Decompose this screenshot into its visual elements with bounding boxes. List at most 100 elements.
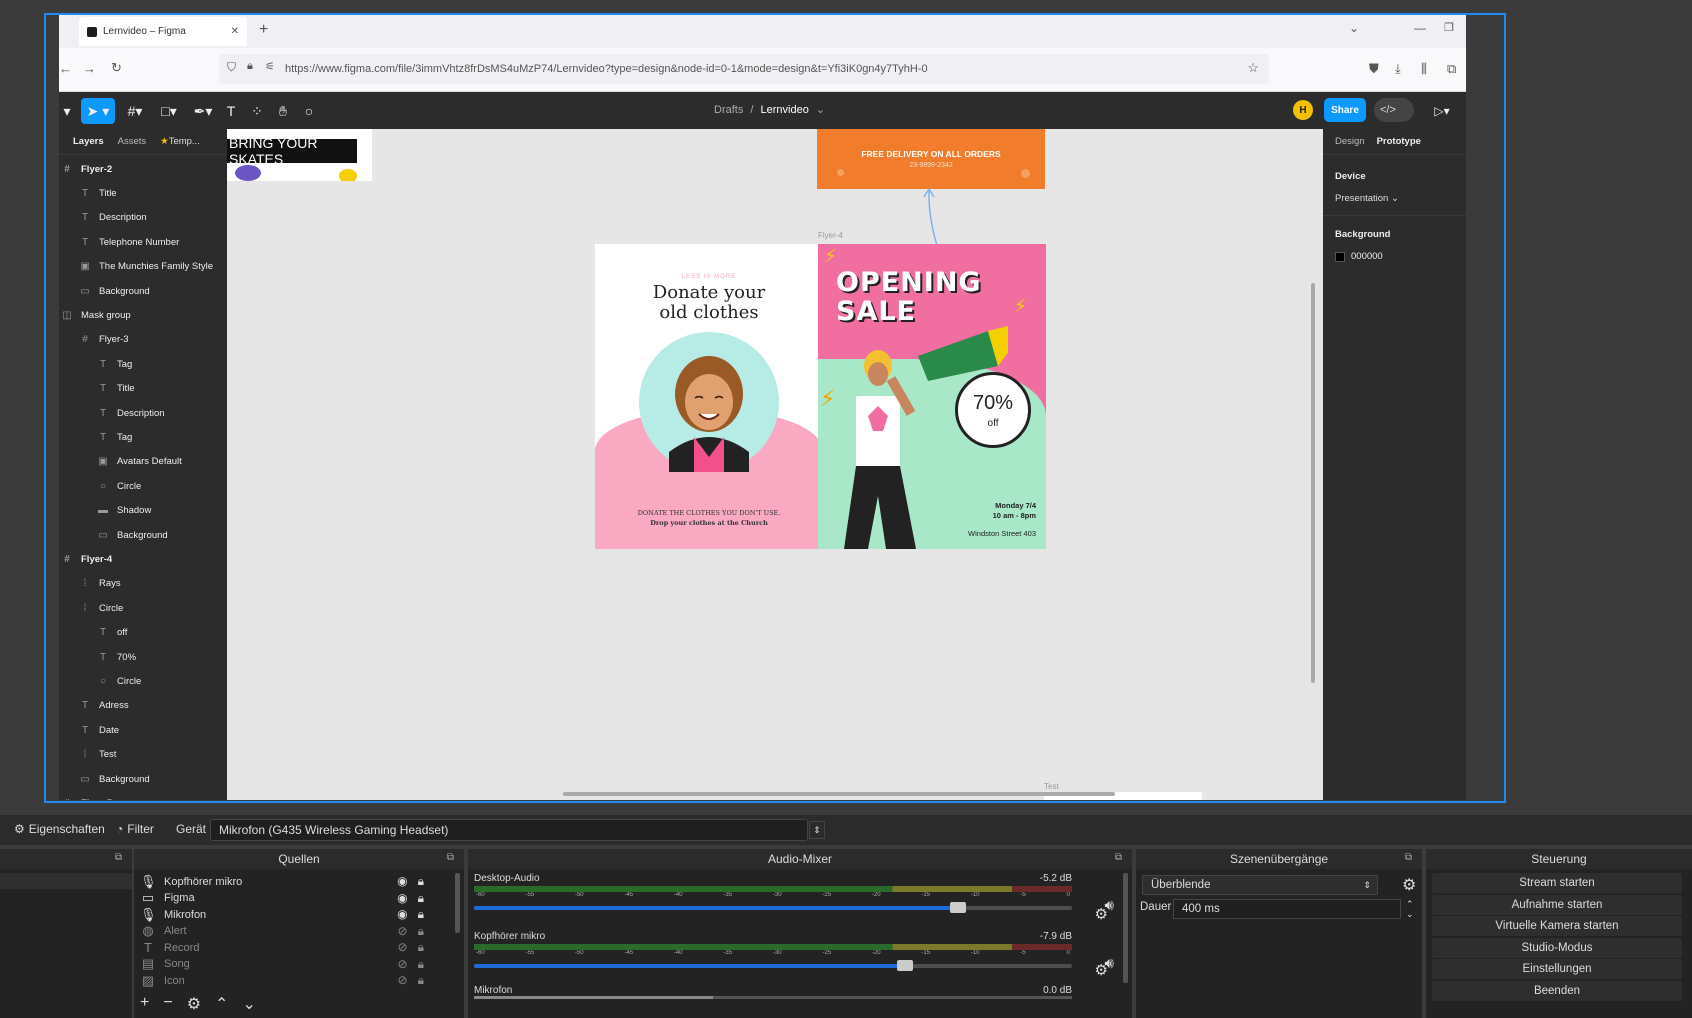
duration-input[interactable]: 400 ms [1173, 899, 1401, 919]
track-name: Desktop-Audio [474, 873, 540, 884]
source-item[interactable]: T Record ⊘ 🔒︎ [140, 939, 430, 956]
mic-icon: 🎙︎ [140, 873, 157, 889]
meter-ticks: -60 -55 -50 -45 -40 -35 -30 -25 -20 -15 -10 -5 0 [474, 950, 1072, 956]
gear-icon[interactable]: ⚙ [1095, 905, 1108, 923]
source-item[interactable]: ▤ Song ⊘ 🔒︎ [140, 956, 430, 973]
eye-hidden-icon[interactable]: ⊘ [398, 957, 408, 972]
eye-hidden-icon[interactable]: ⊘ [398, 940, 408, 955]
transition-select[interactable]: Überblende ⇕ [1142, 875, 1378, 895]
filter-button[interactable]: ◔ Filter [116, 822, 154, 836]
track-db: 0.0 dB [1043, 985, 1072, 996]
control-button[interactable]: Einstellungen [1432, 959, 1682, 979]
undock-icon[interactable]: ⧉ [115, 852, 122, 863]
mixer-scrollbar[interactable] [1123, 873, 1128, 983]
meter-tick: 0 [1066, 892, 1070, 898]
meter-tick: -15 [921, 950, 931, 956]
device-label: Gerät [176, 822, 207, 836]
transitions-dock: Szenenübergänge ⧉ Überblende ⇕ ⚙ Dauer 40… [1136, 849, 1422, 1018]
scenes-header: ⧉ [0, 849, 132, 869]
volume-knob[interactable] [950, 902, 967, 913]
sources-scrollbar[interactable] [455, 873, 460, 933]
gear-icon[interactable]: ⚙ [187, 994, 201, 1014]
lock-icon[interactable]: 🔒︎ [418, 973, 424, 988]
controls-dock: Steuerung Stream starten Aufnahme starten… [1426, 849, 1692, 1018]
remove-icon[interactable]: − [163, 994, 172, 1014]
control-button[interactable]: Aufnahme starten [1432, 894, 1682, 915]
source-item[interactable]: ▭ Figma ◉ 🔒︎ [140, 890, 430, 907]
lock-icon[interactable]: 🔒︎ [418, 891, 424, 906]
meter-tick: -45 [624, 892, 634, 898]
gear-icon: ⚙ [14, 822, 25, 836]
undock-icon[interactable]: ⧉ [1405, 852, 1412, 863]
lock-icon[interactable]: 🔒︎ [418, 924, 424, 939]
control-button[interactable]: Beenden [1432, 980, 1682, 1001]
track-name: Kopfhörer mikro [474, 931, 546, 942]
lock-icon[interactable]: 🔒︎ [418, 874, 424, 889]
eye-icon[interactable]: ◉ [397, 874, 407, 889]
source-name: Icon [164, 974, 185, 987]
meter-tick: -60 [476, 892, 485, 898]
meter-tick: -45 [624, 950, 634, 956]
image-icon: ▨ [141, 972, 155, 988]
audio-mixer-dock: Audio-Mixer ⧉ Desktop-Audio -5.2 dB -60 -55 -… [468, 849, 1132, 1018]
meter-tick: 0 [1066, 950, 1070, 956]
volume-slider[interactable] [474, 960, 1072, 971]
control-button[interactable]: Stream starten [1432, 873, 1682, 893]
undock-icon[interactable]: ⧉ [447, 852, 454, 863]
controls-header: Steuerung [1426, 849, 1692, 869]
scene-item[interactable] [0, 873, 132, 889]
control-button[interactable]: Virtuelle Kamera starten [1432, 916, 1682, 936]
track-name: Mikrofon [474, 985, 513, 996]
mixer-track: Kopfhörer mikro -7.9 dB -60 -55 -50 -45 -40 -35… [474, 931, 1124, 979]
volume-meter [474, 996, 1072, 999]
source-item[interactable]: 🎙︎ Mikrofon ◉ 🔒︎ [140, 906, 430, 923]
lock-icon[interactable]: 🔒︎ [418, 957, 424, 972]
eye-hidden-icon[interactable]: ⊘ [398, 924, 408, 939]
eye-icon[interactable]: ◉ [397, 891, 407, 906]
track-db: -7.9 dB [1039, 931, 1072, 942]
media-icon: ▤ [141, 956, 155, 971]
volume-meter [474, 944, 1072, 950]
device-select[interactable]: Mikrofon (G435 Wireless Gaming Headset) … [210, 819, 825, 841]
lock-icon[interactable]: 🔒︎ [418, 940, 424, 955]
mixer-track: Mikrofon 0.0 dB [474, 985, 1124, 999]
control-button[interactable]: Studio-Modus [1432, 937, 1682, 958]
monitor-icon: ▭ [141, 890, 155, 905]
meter-tick: -30 [772, 892, 782, 898]
spinner-icon[interactable]: ⌃ ⌄ [1406, 899, 1414, 919]
source-item[interactable]: ▨ Icon ⊘ 🔒︎ [140, 972, 430, 989]
globe-icon: ◍ [142, 923, 154, 938]
sources-dock: Quellen ⧉ 🎙︎ Kopfhörer mikro ◉ 🔒︎ ▭ Figma ◉ 🔒︎ 🎙︎… [134, 849, 464, 1018]
properties-button[interactable]: ⚙ Eigenschaften [14, 822, 105, 836]
source-name: Figma [164, 892, 195, 904]
sources-list: 🎙︎ Kopfhörer mikro ◉ 🔒︎ ▭ Figma ◉ 🔒︎ 🎙︎ Mikrofon ◉… [134, 869, 464, 989]
meter-tick: -50 [574, 950, 584, 956]
source-item[interactable]: 🎙︎ Kopfhörer mikro ◉ 🔒︎ [140, 873, 430, 890]
volume-slider[interactable] [474, 902, 1072, 913]
source-item[interactable]: ◍ Alert ⊘ 🔒︎ [140, 923, 430, 940]
add-icon[interactable]: + [140, 994, 149, 1014]
source-name: Mikrofon [164, 908, 207, 921]
obs-preview[interactable]: Lernvideo – Figma ✕ + ⌄ — ❐ ← → ↻ ⛉ 🔒︎ ⚟… [0, 0, 1692, 815]
meter-tick: -55 [525, 950, 535, 956]
updown-icon[interactable]: ⇕ [809, 821, 825, 839]
chevron-up-icon[interactable]: ⌃ [215, 994, 228, 1014]
audio-mixer-header: Audio-Mixer ⧉ [468, 849, 1132, 869]
meter-tick: -55 [525, 892, 535, 898]
meter-ticks: -60 -55 -50 -45 -40 -35 -30 -25 -20 -15 -10 -5 0 [474, 892, 1072, 898]
meter-tick: -10 [970, 950, 980, 956]
meter-tick: -5 [1020, 892, 1026, 898]
gear-icon[interactable]: ⚙ [1402, 875, 1416, 895]
meter-tick: -60 [476, 950, 485, 956]
volume-knob[interactable] [896, 960, 913, 971]
eye-icon[interactable]: ◉ [397, 907, 407, 922]
lock-icon[interactable]: 🔒︎ [418, 907, 424, 922]
chevron-down-icon[interactable]: ⌄ [242, 994, 255, 1014]
undock-icon[interactable]: ⧉ [1115, 852, 1122, 863]
meter-tick: -40 [673, 950, 683, 956]
gear-icon[interactable]: ⚙ [1095, 961, 1108, 979]
meter-tick: -35 [723, 950, 733, 956]
source-selection-box[interactable] [44, 13, 1506, 803]
transitions-header: Szenenübergänge ⧉ [1136, 849, 1422, 869]
eye-hidden-icon[interactable]: ⊘ [398, 973, 408, 988]
